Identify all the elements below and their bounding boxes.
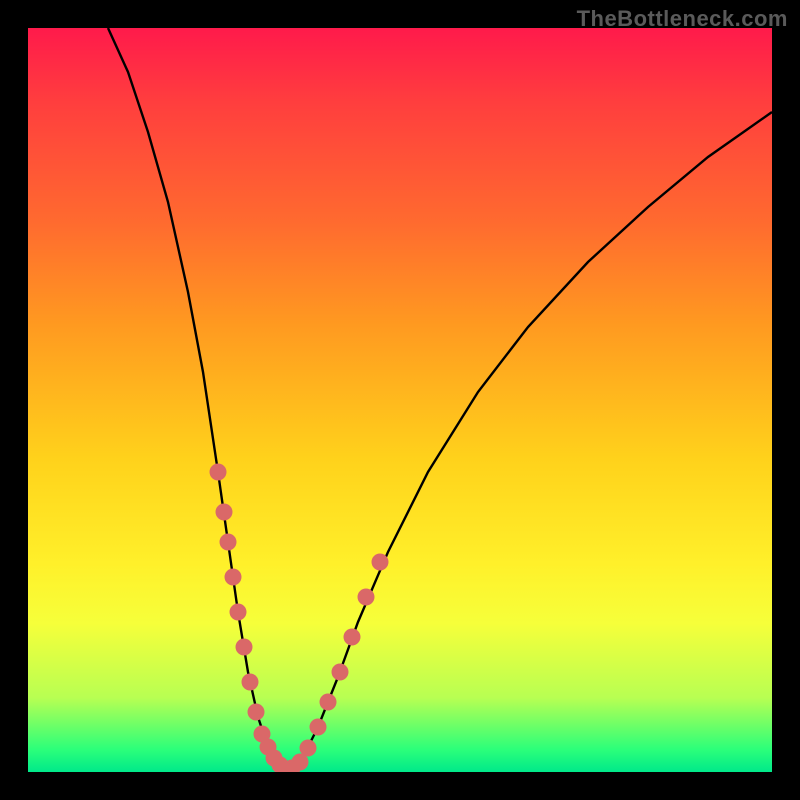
curve-marker (242, 674, 259, 691)
curve-marker (225, 569, 242, 586)
curve-marker (358, 589, 375, 606)
chart-svg (28, 28, 772, 772)
curve-marker (236, 639, 253, 656)
attribution-watermark: TheBottleneck.com (577, 6, 788, 32)
curve-marker (216, 504, 233, 521)
curve-marker (332, 664, 349, 681)
curve-marker (310, 719, 327, 736)
chart-plot-area (28, 28, 772, 772)
curve-marker (344, 629, 361, 646)
curve-marker (220, 534, 237, 551)
curve-markers (210, 464, 389, 773)
curve-marker (300, 740, 317, 757)
chart-frame: TheBottleneck.com (0, 0, 800, 800)
curve-marker (372, 554, 389, 571)
curve-marker (230, 604, 247, 621)
curve-marker (248, 704, 265, 721)
curve-marker (320, 694, 337, 711)
curve-marker (210, 464, 227, 481)
bottleneck-curve (108, 28, 772, 769)
